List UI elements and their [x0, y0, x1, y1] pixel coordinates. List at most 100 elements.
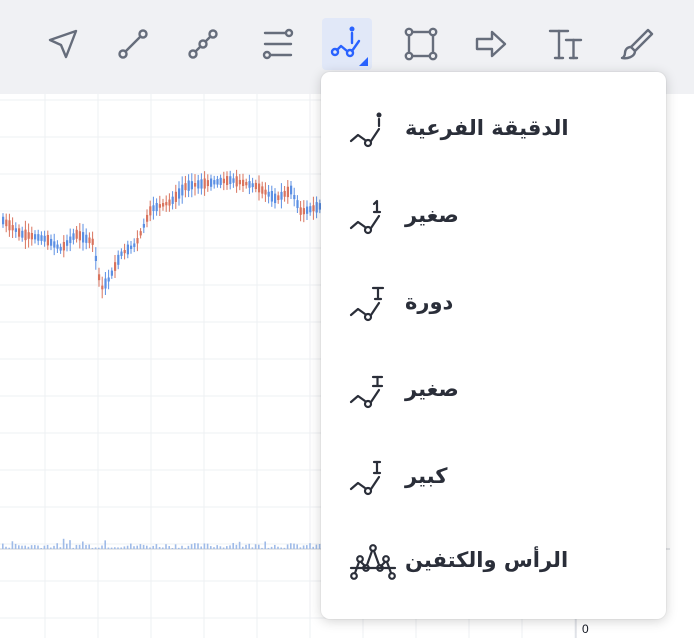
volume-bar	[254, 544, 257, 549]
menu-item-label: صغير	[405, 377, 459, 401]
candle-body	[168, 199, 171, 206]
elliott-wave-cycle-icon	[349, 286, 385, 322]
volume-bar	[270, 546, 273, 549]
volume-bar	[46, 544, 49, 549]
volume-bar	[184, 547, 186, 549]
volume-bar	[194, 543, 196, 549]
candle-body	[274, 193, 277, 204]
candle-body	[315, 202, 318, 213]
menu-item-label: صغير	[405, 203, 459, 227]
volume-bar	[21, 545, 23, 549]
volume-bar	[280, 547, 282, 549]
volume-bar	[210, 546, 212, 549]
candle-body	[85, 234, 88, 243]
elliott-wave-major-icon	[349, 460, 382, 496]
candle-body	[72, 233, 75, 240]
volume-bar	[267, 547, 270, 549]
volume-bar	[181, 545, 183, 549]
volume-bar	[206, 543, 209, 549]
candle-body	[248, 181, 251, 188]
volume-bar	[2, 543, 4, 549]
menu-item-minor-numbered[interactable]: صغير	[321, 175, 666, 255]
menu-item-minor-triangle[interactable]: صغير	[321, 349, 666, 429]
brush-icon	[620, 28, 654, 60]
volume-bar	[226, 546, 228, 549]
candle-body	[14, 228, 17, 232]
brush-tool-button[interactable]	[612, 18, 662, 70]
menu-item-head-and-shoulders[interactable]: الرأس والكتفين	[321, 520, 666, 600]
candle-body	[286, 186, 289, 198]
volume-bar	[133, 546, 135, 549]
volume-bar	[30, 545, 33, 549]
volume-bar	[312, 546, 314, 549]
volume-bar	[162, 547, 164, 549]
candle-body	[206, 180, 209, 187]
candle-body	[34, 234, 37, 240]
volume-bar	[146, 545, 148, 549]
candle-body	[149, 206, 152, 216]
lines-settings-icon	[262, 28, 294, 60]
elliott-wave-minor-numbered-icon	[349, 199, 382, 235]
candle-body	[27, 232, 30, 239]
menu-item-subminuette[interactable]: الدقيقة الفرعية	[321, 88, 666, 168]
volume-bar	[232, 542, 234, 549]
volume-bar	[149, 547, 151, 549]
volume-bar	[190, 544, 193, 549]
candle-body	[158, 204, 161, 208]
volume-bar	[91, 547, 94, 549]
candle-body	[142, 223, 145, 228]
volume-bar	[130, 543, 132, 549]
candle-body	[37, 234, 40, 241]
volume-bar	[59, 547, 62, 549]
rectangle-tool-button[interactable]	[396, 18, 446, 70]
volume-bar	[290, 543, 292, 549]
menu-item-cycle[interactable]: دورة	[321, 262, 666, 342]
candle-body	[130, 245, 133, 250]
candle-body	[53, 241, 56, 248]
volume-bar	[11, 541, 14, 549]
candle-body	[66, 240, 69, 246]
info-line-tool-button[interactable]	[178, 18, 228, 70]
cursor-tool-button[interactable]	[38, 18, 88, 70]
volume-bar	[27, 546, 30, 549]
candle-body	[299, 207, 302, 215]
volume-bar	[238, 541, 241, 549]
candle-body	[8, 220, 11, 231]
volume-bar	[88, 544, 90, 549]
menu-item-label: الدقيقة الفرعية	[405, 116, 569, 140]
volume-bar	[229, 545, 231, 549]
volume-bar	[248, 543, 250, 549]
trend-line-tool-button[interactable]	[108, 18, 158, 70]
info-line-icon	[188, 29, 218, 59]
candle-body	[104, 278, 107, 289]
menu-item-label: كبير	[405, 464, 448, 488]
volume-bar	[235, 544, 238, 549]
volume-bar	[174, 544, 177, 549]
arrow-icon	[475, 30, 507, 58]
candle-body	[94, 255, 97, 262]
candle-body	[62, 241, 65, 251]
candle-body	[267, 191, 270, 197]
menu-item-major[interactable]: كبير	[321, 436, 666, 516]
volume-bar	[309, 543, 311, 549]
volume-bar	[283, 547, 286, 549]
head-and-shoulders-icon	[349, 544, 397, 580]
volume-bar	[299, 547, 302, 549]
candle-body	[24, 229, 27, 241]
arrow-tool-button[interactable]	[466, 18, 516, 70]
candle-body	[133, 243, 136, 247]
volume-bar	[258, 544, 260, 549]
trend-line-icon	[118, 29, 148, 59]
candle-body	[312, 205, 315, 212]
text-tool-button[interactable]	[540, 18, 590, 70]
candle-body	[184, 183, 187, 191]
volume-bar	[8, 547, 10, 549]
volume-bar	[62, 538, 65, 549]
candle-body	[277, 195, 280, 201]
candle-body	[46, 234, 49, 246]
candle-body	[210, 178, 213, 187]
elliott-wave-tool-button[interactable]	[322, 18, 372, 70]
lines-tool-button[interactable]	[253, 18, 303, 70]
volume-bar	[104, 540, 106, 549]
volume-bar	[187, 545, 190, 549]
